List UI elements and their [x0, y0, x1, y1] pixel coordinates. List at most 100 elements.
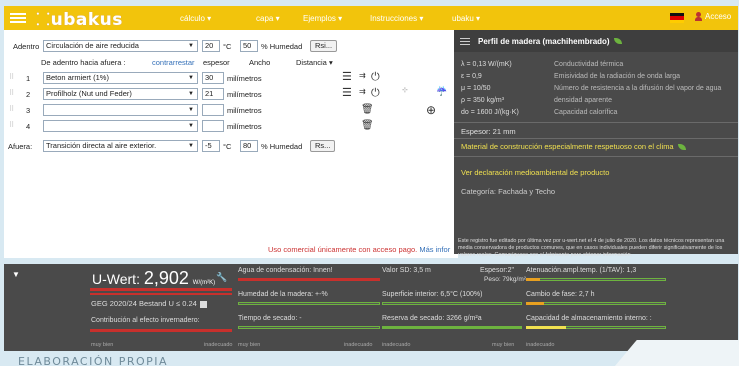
u-value-bar-2 — [90, 293, 232, 295]
surface-bar — [382, 302, 522, 305]
humidity-unit: % Humedad — [261, 42, 303, 51]
layer-number: 1 — [26, 74, 31, 83]
scale-bad: inadecuado — [526, 342, 555, 348]
menu-capa[interactable]: capa ▾ — [256, 14, 280, 23]
trash-icon[interactable]: 🗑 — [361, 104, 374, 115]
leaf-icon — [613, 38, 622, 44]
geg-reference[interactable]: GEG 2020/24 Bestand U ≤ 0.24 — [91, 299, 207, 308]
account-link[interactable]: Acceso — [695, 12, 731, 21]
layer-3-select[interactable]: ▼ — [43, 104, 198, 116]
layer-menu-icon[interactable]: ☰ — [342, 88, 352, 99]
outside-temp-input[interactable]: -5 — [202, 140, 220, 152]
drying-reserve: Reserva de secado: 3266 g/m²a — [382, 315, 482, 322]
unit-label: milímetros — [227, 106, 262, 115]
scale-bad: inadecuado — [204, 342, 233, 348]
climate-label: Contribución al efecto invernadero: — [91, 317, 200, 324]
scale-good: muy bien — [492, 342, 515, 348]
phase-bar — [526, 302, 666, 305]
add-layer-icon[interactable]: ⇉ — [359, 70, 366, 81]
panel-thickness: Espesor: 21 mm — [461, 127, 516, 136]
temp-unit: °C — [223, 142, 232, 151]
results-bar: ▼ U-Wert: 2,902 W/(m²K) 🔧 GEG 2020/24 Be… — [4, 264, 738, 351]
prop-row: λ = 0,13 W/(mK) Conductividad térmica — [461, 61, 624, 68]
inside-temp-input[interactable]: 20 — [202, 40, 220, 52]
layer-4-thickness[interactable] — [202, 120, 224, 132]
trash-icon[interactable]: 🗑 — [361, 120, 374, 131]
menu-icon[interactable] — [460, 37, 470, 45]
rse-button[interactable]: Rs... — [310, 140, 336, 152]
power-icon[interactable]: ⏻ — [371, 72, 380, 83]
power-icon[interactable]: ⏻ — [371, 88, 380, 99]
panel-title: Perfil de madera (machihembrado) — [478, 36, 610, 46]
layer-number: 4 — [26, 122, 31, 131]
rsi-button[interactable]: Rsi... — [310, 40, 338, 52]
heat-storage: Capacidad de almacenamiento interno: : — [526, 315, 652, 322]
amplitude-bar — [526, 278, 666, 281]
menu-ubaku[interactable]: ubaku ▾ — [452, 14, 480, 23]
layer-3-thickness[interactable] — [202, 104, 224, 116]
condensation-bar — [238, 278, 380, 281]
width-header: Ancho — [249, 58, 271, 67]
layer-1-select[interactable]: Beton armiert (1%) ▼ — [43, 72, 198, 84]
thickness-header: espesor — [203, 58, 230, 67]
drag-handle-icon[interactable]: ⠿ — [9, 89, 14, 97]
wood-humidity-label: Humedad de la madera: +-% — [238, 291, 328, 298]
outside-humidity-input[interactable]: 80 — [240, 140, 258, 152]
outside-select[interactable]: Transición directa al aire exterior. ▼ — [43, 140, 198, 152]
drying-reserve-bar — [382, 326, 522, 329]
menu-calculo[interactable]: cálculo ▾ — [180, 14, 211, 23]
rain-icon[interactable]: ☔ — [436, 86, 447, 97]
scale-bad: inadecuado — [382, 342, 411, 348]
outside-label: Afuera: — [8, 142, 33, 151]
inside-humidity-input[interactable]: 50 — [240, 40, 258, 52]
epd-link[interactable]: Ver declaración medioambiental de produc… — [461, 168, 609, 177]
checkbox-icon[interactable] — [199, 300, 207, 308]
menu-ejemplos[interactable]: Ejemplos ▾ — [303, 14, 342, 23]
amplitude-value: Atenuación.ampl.temp. (1/TAV): 1,3 — [526, 267, 637, 274]
layer-menu-icon[interactable]: ☰ — [342, 72, 352, 83]
surface-temp: Superficie interior: 6,5°C (100%) — [382, 291, 483, 298]
layer-number: 2 — [26, 90, 31, 99]
inside-label: Adentro — [13, 42, 40, 51]
climate-bar — [90, 329, 232, 332]
drag-handle-icon[interactable]: ⠿ — [9, 105, 14, 113]
layer-1-thickness[interactable]: 30 — [202, 72, 224, 84]
prop-row: do = 1600 J/(kg·K) Capacidad calorífica — [461, 109, 618, 116]
inside-select[interactable]: Circulación de aire reducida ▼ — [43, 40, 198, 52]
layer-2-thickness[interactable]: 21 — [202, 88, 224, 100]
caption: ELABORACIÓN PROPIA — [18, 355, 169, 366]
amplitude-fill — [526, 278, 540, 281]
heat-storage-fill — [526, 326, 566, 329]
add-layer-icon[interactable]: ⇉ — [359, 86, 366, 97]
eco-label: Material de construcción especialmente r… — [461, 142, 686, 151]
layer-2-select[interactable]: Profilholz (Nut und Feder) ▼ — [43, 88, 198, 100]
unit-label: milímetros — [227, 74, 262, 83]
zoom-icon[interactable]: ⊕ — [426, 104, 436, 116]
sd-value: Valor SD: 3,5 m — [382, 267, 431, 274]
more-info-link[interactable]: Más infor — [419, 245, 450, 254]
reverse-link[interactable]: contrarrestar — [152, 58, 195, 67]
distance-header[interactable]: Distancia ▾ — [296, 58, 333, 67]
drag-handle-icon[interactable]: ⠿ — [9, 121, 14, 129]
drying-label: Tiempo de secado: - — [238, 315, 302, 322]
layer-4-select[interactable]: ▼ — [43, 120, 198, 132]
total-thickness: Espesor:2" — [480, 267, 515, 274]
menu-instrucciones[interactable]: Instrucciones ▾ — [370, 14, 423, 23]
slope-icon[interactable]: ⊹ — [402, 85, 408, 96]
top-bar: ⸬ubakus cálculo ▾ capa ▾ Ejemplos ▾ Inst… — [4, 6, 738, 30]
panel-note: Este registro fue editado por última vez… — [458, 238, 725, 258]
german-flag-icon[interactable] — [670, 13, 684, 23]
humidity-unit: % Humedad — [261, 142, 303, 151]
phase-shift: Cambio de fase: 2,7 h — [526, 291, 595, 298]
collapse-toggle-icon[interactable]: ▼ — [12, 270, 20, 279]
wrench-icon[interactable]: 🔧 — [216, 272, 227, 283]
drag-handle-icon[interactable]: ⠿ — [9, 73, 14, 81]
condensation-label: Agua de condensación: Innen! — [238, 267, 333, 274]
panel-header: Perfil de madera (machihembrado) — [454, 30, 738, 52]
layer-number: 3 — [26, 106, 31, 115]
wood-humidity-bar — [238, 302, 380, 305]
u-value: U-Wert: 2,902 W/(m²K) — [92, 268, 216, 288]
unit-label: milímetros — [227, 90, 262, 99]
u-value-bar — [90, 288, 232, 291]
layer-editor: Adentro Circulación de aire reducida ▼ 20… — [4, 30, 458, 258]
